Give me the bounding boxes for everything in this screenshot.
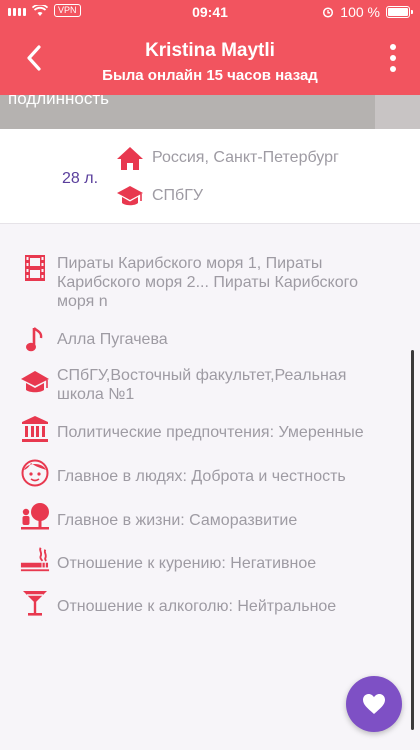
graduation-cap-icon: [20, 367, 50, 397]
university-row: СПбГУ: [116, 184, 203, 208]
detail-text: Главное в людях: Доброта и честность: [57, 468, 346, 485]
detail-text: Главное в жизни: Саморазвитие: [57, 512, 298, 529]
photo-overlay: подлинность: [0, 89, 375, 129]
detail-text: Пираты Карибского моря 1, Пираты Карибск…: [57, 255, 359, 310]
battery-percent: 100 %: [340, 4, 380, 20]
heart-icon: [363, 694, 385, 714]
profile-photo[interactable]: подлинность: [0, 89, 420, 129]
more-options-button[interactable]: [388, 44, 398, 72]
location-text: Россия, Санкт-Петербург: [152, 149, 339, 166]
status-bar: VPN 09:41 100 %: [0, 0, 420, 24]
detail-text: Отношение к курению: Негативное: [57, 555, 317, 572]
music-note-icon: [20, 325, 50, 355]
battery-icon: [386, 6, 413, 18]
film-icon: [20, 253, 50, 283]
profile-name: Kristina Maytli: [145, 40, 275, 61]
detail-text: Политические предпочтения: Умеренные: [57, 424, 364, 441]
detail-text: Отношение к алкоголю: Нейтральное: [57, 598, 337, 615]
like-button[interactable]: [346, 676, 402, 732]
header-bar: VPN 09:41 100 % Kristina Maytli Была онл…: [0, 0, 420, 95]
graduation-cap-icon: [117, 186, 143, 206]
detail-text: СПбГУ,Восточный факультет,Реальная школа…: [57, 367, 347, 403]
university-text: СПбГУ: [152, 187, 204, 204]
cigarette-icon: [20, 544, 50, 574]
home-icon: [117, 147, 143, 170]
cocktail-glass-icon: [20, 588, 50, 618]
face-icon: [20, 458, 50, 488]
detail-text: Алла Пугачева: [57, 331, 168, 348]
government-building-icon: [20, 414, 50, 444]
age-label: 28 л.: [62, 170, 99, 187]
profile-info-card: 28 л. Россия, Санкт-Петербург СПбГУ: [0, 129, 420, 224]
photo-caption: подлинность: [8, 89, 109, 108]
status-right: 100 %: [322, 4, 413, 20]
person-tree-icon: [20, 501, 50, 531]
scrollbar[interactable]: [411, 350, 414, 730]
location-row: Россия, Санкт-Петербург: [116, 145, 339, 171]
last-seen-status: Была онлайн 15 часов назад: [102, 67, 318, 84]
alarm-icon: [323, 7, 334, 18]
